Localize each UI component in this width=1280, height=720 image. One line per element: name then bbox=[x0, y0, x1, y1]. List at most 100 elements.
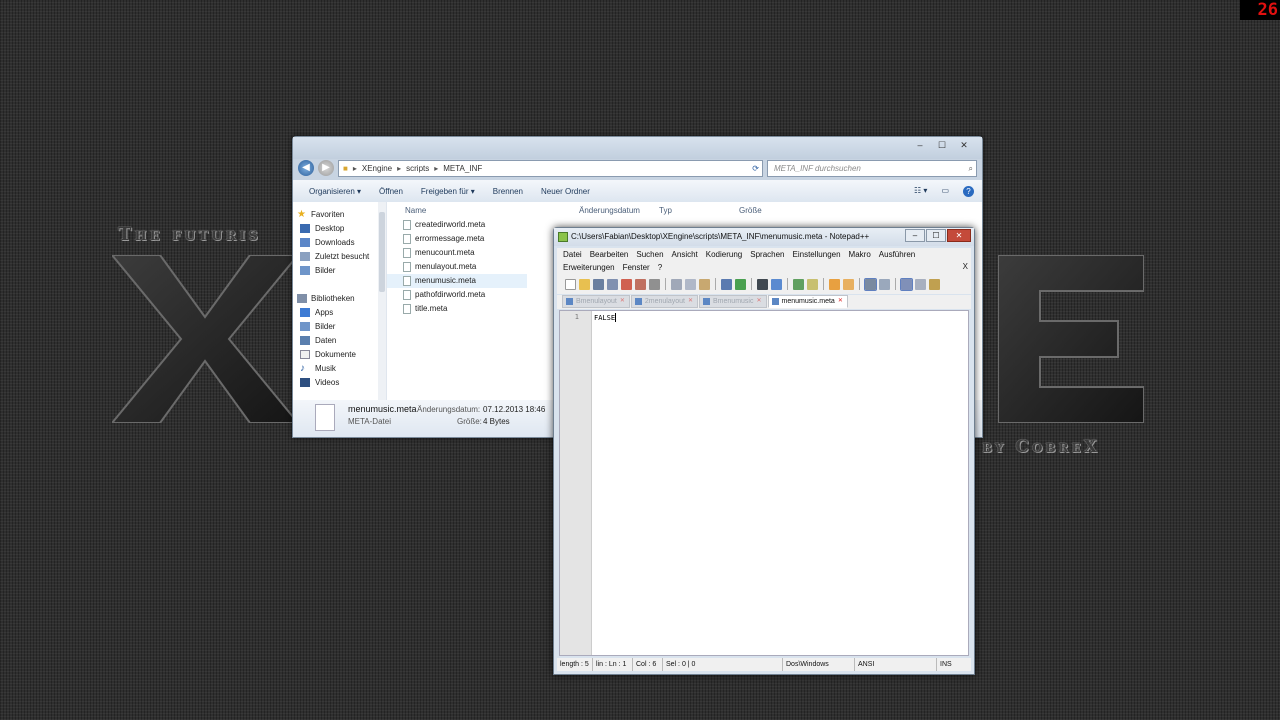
show-all-chars-icon[interactable] bbox=[879, 278, 890, 290]
editor-area[interactable]: 1 FALSE bbox=[559, 310, 969, 656]
menu-kodierung[interactable]: Kodierung bbox=[706, 248, 742, 261]
zoom-out-icon[interactable] bbox=[807, 278, 818, 290]
replace-icon[interactable] bbox=[771, 278, 782, 290]
save-all-icon[interactable] bbox=[607, 278, 618, 290]
tab-close-icon[interactable]: ✕ bbox=[838, 295, 843, 308]
breadcrumb-scripts[interactable]: scripts bbox=[406, 164, 429, 173]
print-icon[interactable] bbox=[649, 278, 660, 290]
file-saved-icon bbox=[703, 298, 711, 305]
nav-music[interactable]: ♪ Musik bbox=[293, 362, 386, 376]
open-file-icon[interactable] bbox=[579, 278, 590, 290]
maximize-button[interactable]: ☐ bbox=[926, 229, 946, 242]
file-row[interactable]: createdirworld.meta bbox=[387, 218, 527, 232]
share-button[interactable]: Freigeben für ▾ bbox=[421, 187, 475, 196]
file-row[interactable]: title.meta bbox=[387, 302, 527, 316]
burn-button[interactable]: Brennen bbox=[493, 187, 523, 196]
word-wrap-icon[interactable] bbox=[864, 277, 877, 291]
menu-bearbeiten[interactable]: Bearbeiten bbox=[590, 248, 629, 261]
tab-close-icon[interactable]: ✕ bbox=[756, 295, 761, 308]
preview-pane-icon[interactable]: ▭ bbox=[941, 186, 949, 197]
nav-lib-pictures[interactable]: Bilder bbox=[293, 320, 386, 334]
find-icon[interactable] bbox=[757, 278, 768, 290]
undo-icon[interactable] bbox=[721, 278, 732, 290]
view-options-icon[interactable]: ☷ ▾ bbox=[914, 186, 927, 197]
help-icon[interactable]: ? bbox=[963, 185, 974, 197]
address-bar[interactable]: ■ ▸ XEngine ▸ scripts ▸ META_INF ⟳ bbox=[338, 159, 763, 177]
menu-einstellungen[interactable]: Einstellungen bbox=[793, 248, 841, 261]
minimize-button[interactable]: – bbox=[910, 139, 930, 151]
nav-documents[interactable]: Dokumente bbox=[293, 348, 386, 362]
nav-favorites[interactable]: ★ Favoriten bbox=[293, 208, 386, 222]
refresh-icon[interactable]: ⟳ bbox=[752, 164, 762, 173]
cut-icon[interactable] bbox=[671, 278, 682, 290]
tab-bmenulayout[interactable]: Bmenulayout ✕ bbox=[562, 295, 630, 308]
explorer-titlebar[interactable]: – ☐ ✕ bbox=[293, 137, 982, 159]
nav-apps[interactable]: Apps bbox=[293, 306, 386, 320]
status-bar: length : 5 lin : Ln : 1 Col : 6 Sel : 0 … bbox=[557, 658, 971, 671]
breadcrumb-meta-inf[interactable]: META_INF bbox=[443, 164, 482, 173]
function-list-icon[interactable] bbox=[929, 278, 940, 290]
new-file-icon[interactable] bbox=[565, 278, 576, 290]
organize-button[interactable]: Organisieren ▾ bbox=[309, 187, 361, 196]
notepadpp-window[interactable]: C:\Users\Fabian\Desktop\XEngine\scripts\… bbox=[553, 227, 975, 675]
column-size[interactable]: Größe bbox=[739, 206, 762, 215]
tab-menumusic-meta[interactable]: menumusic.meta ✕ bbox=[767, 295, 848, 308]
details-filetype: META-Datei bbox=[348, 417, 391, 426]
nav-libraries[interactable]: Bibliotheken bbox=[293, 292, 386, 306]
file-row[interactable]: errormessage.meta bbox=[387, 232, 527, 246]
forward-arrow-icon[interactable]: ▶ bbox=[318, 160, 334, 176]
menu-datei[interactable]: Datei bbox=[563, 248, 582, 261]
file-row[interactable]: menucount.meta bbox=[387, 246, 527, 260]
menu-ansicht[interactable]: Ansicht bbox=[672, 248, 698, 261]
menu-ausfuehren[interactable]: Ausführen bbox=[879, 248, 915, 261]
open-button[interactable]: Öffnen bbox=[379, 187, 403, 196]
file-row-selected[interactable]: menumusic.meta bbox=[387, 274, 527, 288]
menu-sprachen[interactable]: Sprachen bbox=[750, 248, 784, 261]
menu-erweiterungen[interactable]: Erweiterungen bbox=[563, 261, 615, 274]
zoom-in-icon[interactable] bbox=[793, 278, 804, 290]
new-folder-button[interactable]: Neuer Ordner bbox=[541, 187, 590, 196]
maximize-button[interactable]: ☐ bbox=[932, 139, 952, 151]
menu-fenster[interactable]: Fenster bbox=[623, 261, 650, 274]
file-row[interactable]: pathofdirworld.meta bbox=[387, 288, 527, 302]
column-date[interactable]: Änderungsdatum bbox=[579, 206, 659, 215]
tab-close-icon[interactable]: ✕ bbox=[620, 295, 625, 308]
save-icon[interactable] bbox=[593, 278, 604, 290]
column-name[interactable]: Name bbox=[405, 206, 579, 215]
nav-desktop[interactable]: Desktop bbox=[293, 222, 386, 236]
doc-map-icon[interactable] bbox=[915, 278, 926, 290]
editor-text[interactable]: FALSE bbox=[594, 313, 617, 322]
nav-data[interactable]: Daten bbox=[293, 334, 386, 348]
menu-help[interactable]: ? bbox=[658, 261, 662, 274]
search-input[interactable]: META_INF durchsuchen ⌕ bbox=[767, 159, 977, 177]
desktop-icon bbox=[300, 224, 310, 233]
tab-close-icon[interactable]: ✕ bbox=[688, 295, 693, 308]
menu-suchen[interactable]: Suchen bbox=[636, 248, 663, 261]
redo-icon[interactable] bbox=[735, 278, 746, 290]
copy-icon[interactable] bbox=[685, 278, 696, 290]
scrollbar-thumb[interactable] bbox=[379, 212, 385, 292]
nav-downloads[interactable]: Downloads bbox=[293, 236, 386, 250]
close-document-button[interactable]: X bbox=[963, 262, 968, 271]
close-all-icon[interactable] bbox=[635, 278, 646, 290]
tab-bmenumusic[interactable]: Bmenumusic ✕ bbox=[699, 295, 767, 308]
column-type[interactable]: Typ bbox=[659, 206, 739, 215]
file-row[interactable]: menulayout.meta bbox=[387, 260, 527, 274]
nav-recent[interactable]: Zuletzt besucht bbox=[293, 250, 386, 264]
tab-2menulayout[interactable]: 2menulayout ✕ bbox=[630, 295, 699, 308]
close-button[interactable]: ✕ bbox=[947, 229, 971, 242]
notepadpp-titlebar[interactable]: C:\Users\Fabian\Desktop\XEngine\scripts\… bbox=[554, 228, 974, 246]
paste-icon[interactable] bbox=[699, 278, 710, 290]
menu-makro[interactable]: Makro bbox=[849, 248, 871, 261]
nav-pictures[interactable]: Bilder bbox=[293, 264, 386, 278]
nav-scrollbar[interactable] bbox=[378, 202, 386, 400]
indent-guide-icon[interactable] bbox=[900, 277, 913, 291]
sync-vertical-icon[interactable] bbox=[829, 278, 840, 290]
minimize-button[interactable]: – bbox=[905, 229, 925, 242]
close-button[interactable]: ✕ bbox=[954, 139, 974, 151]
nav-videos[interactable]: Videos bbox=[293, 376, 386, 390]
breadcrumb-xengine[interactable]: XEngine bbox=[362, 164, 392, 173]
sync-horizontal-icon[interactable] bbox=[843, 278, 854, 290]
back-arrow-icon[interactable]: ◀ bbox=[298, 160, 314, 176]
close-file-icon[interactable] bbox=[621, 278, 632, 290]
